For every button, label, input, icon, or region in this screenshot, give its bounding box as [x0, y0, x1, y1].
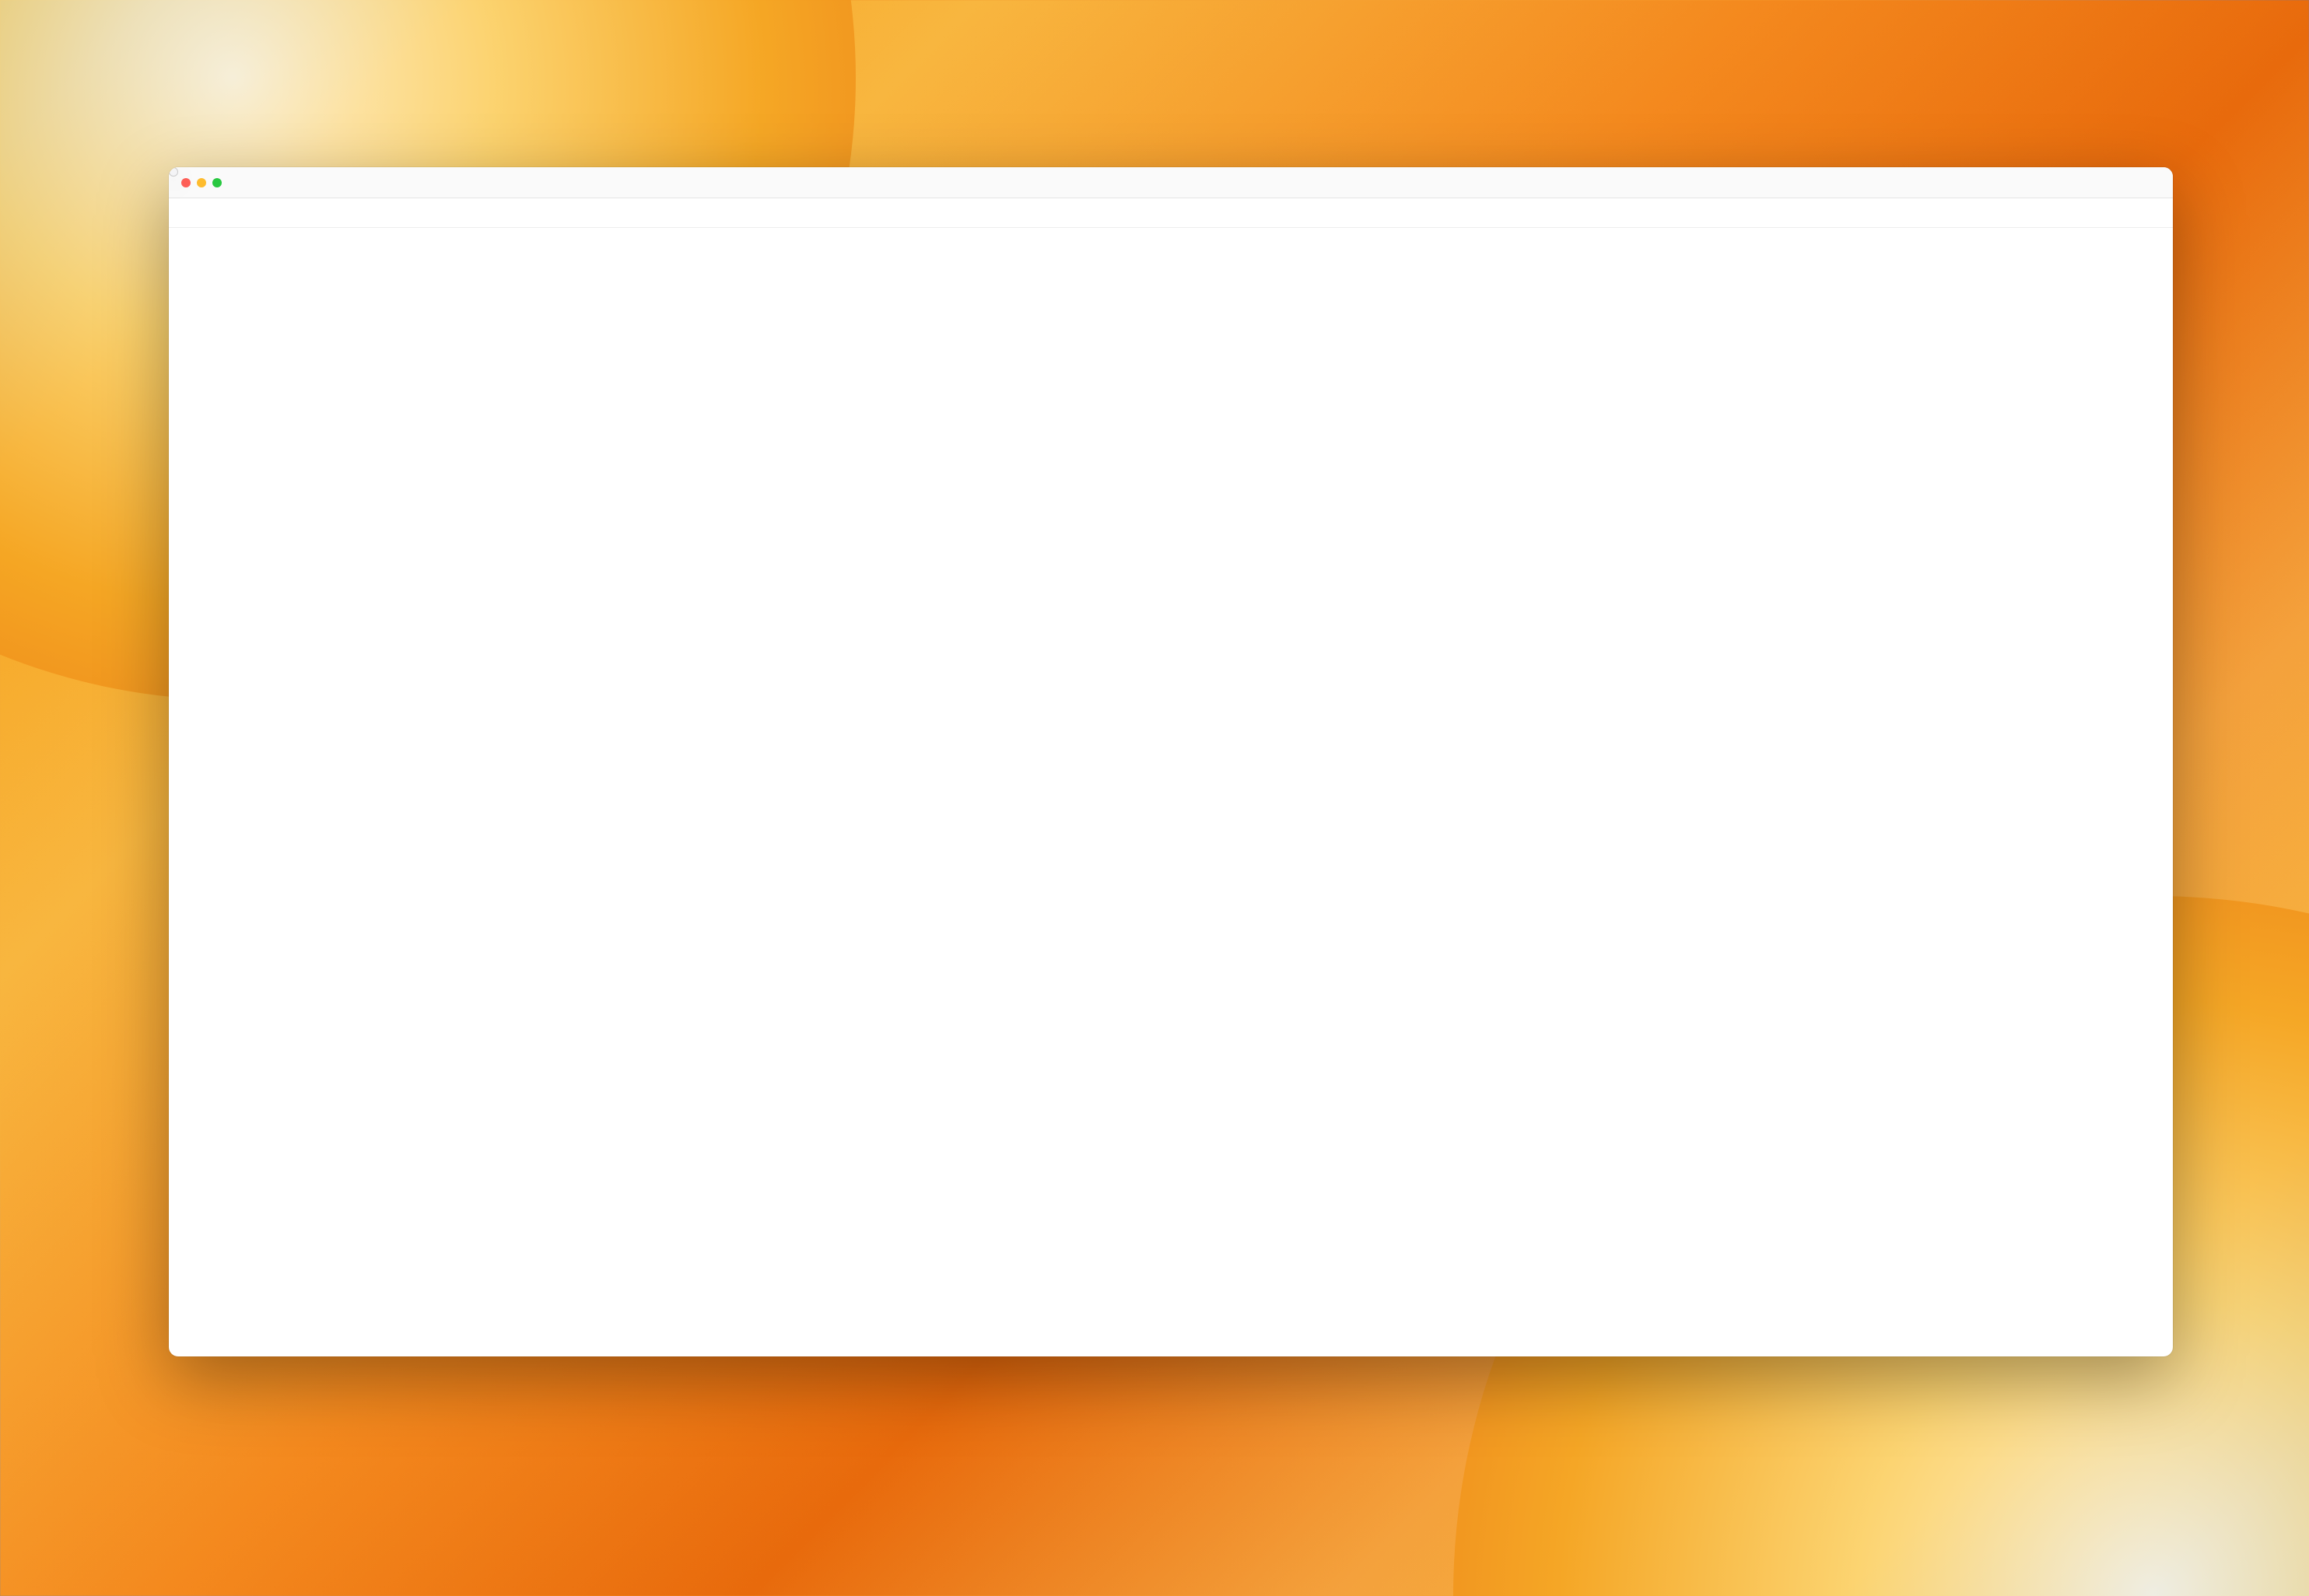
maximize-window-button[interactable] [212, 178, 222, 187]
minimize-window-button[interactable] [197, 178, 206, 187]
app-window [169, 167, 2173, 1356]
close-window-button[interactable] [181, 178, 191, 187]
window-controls [169, 167, 233, 198]
toolbar [169, 198, 2173, 228]
tab-bar [169, 167, 2173, 198]
content [169, 228, 2173, 1356]
